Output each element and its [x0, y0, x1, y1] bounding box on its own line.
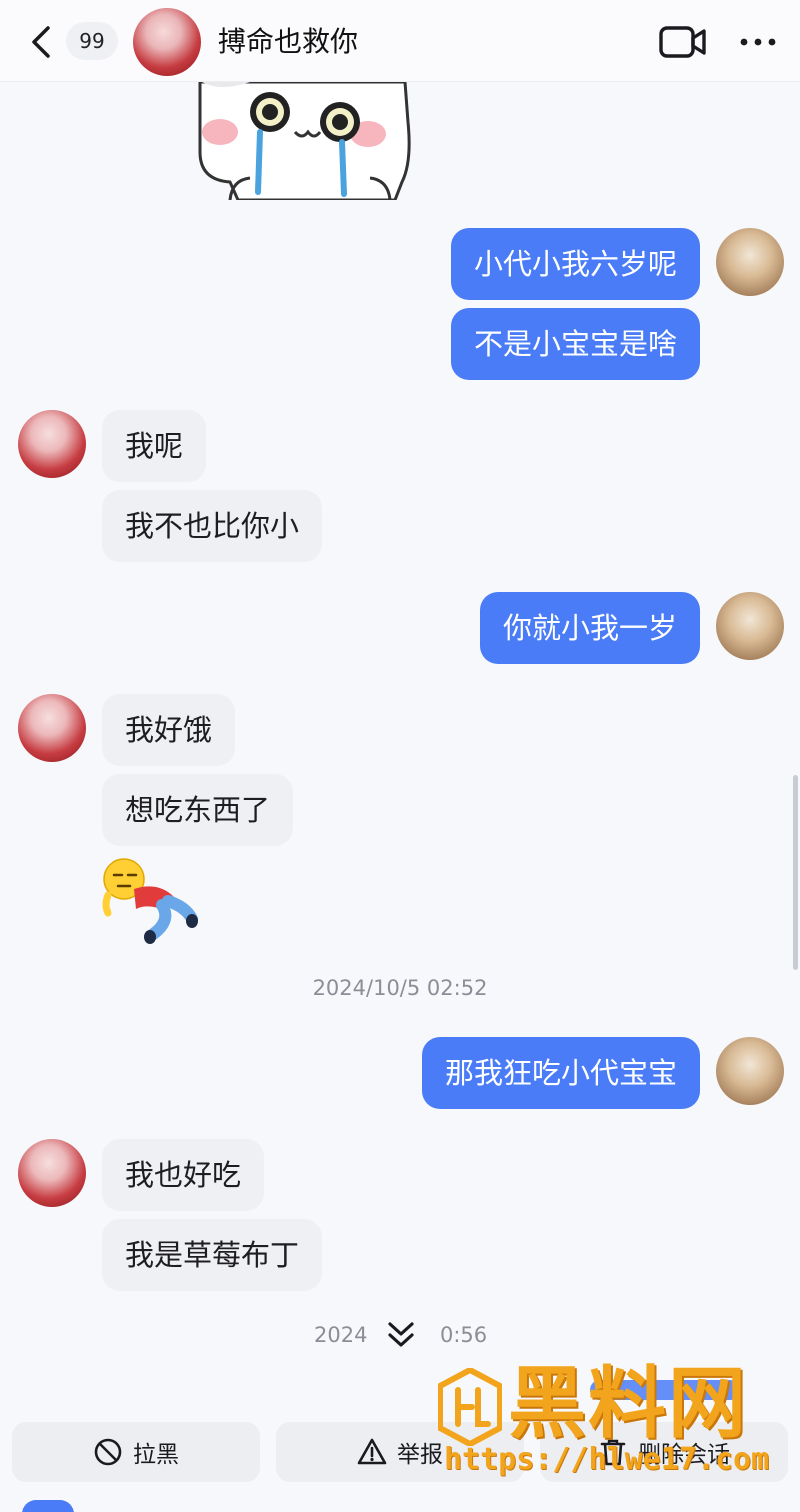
- scrollbar[interactable]: [793, 775, 798, 970]
- back-icon[interactable]: [22, 20, 62, 64]
- my-avatar[interactable]: [716, 1037, 784, 1105]
- more-icon[interactable]: [736, 28, 780, 56]
- message-bubble-outgoing[interactable]: 小代小我六岁呢: [450, 228, 700, 300]
- message-timestamp: 2024/10/5 02:52: [312, 976, 488, 1000]
- message-bubble-outgoing[interactable]: 你就小我一岁: [479, 592, 700, 664]
- contact-message-avatar[interactable]: [18, 410, 86, 478]
- message-bubble-outgoing[interactable]: 那我狂吃小代宝宝: [421, 1037, 700, 1109]
- message-bubble-incoming[interactable]: 我是草莓布丁: [102, 1219, 323, 1291]
- input-bar-partial: [22, 1500, 74, 1512]
- message-bubble-incoming[interactable]: 想吃东西了: [102, 774, 294, 846]
- contact-avatar[interactable]: [133, 8, 201, 76]
- watermark-url: https://hlwe17.com: [444, 1442, 770, 1477]
- message-bubble-incoming[interactable]: 我不也比你小: [102, 490, 323, 562]
- watermark-title: 黑料网: [508, 1359, 749, 1449]
- contact-message-avatar[interactable]: [18, 694, 86, 762]
- contact-name[interactable]: 搏命也救你: [218, 22, 358, 62]
- message-bubble-incoming[interactable]: 我也好吃: [102, 1139, 265, 1211]
- message-timestamp-partial: 0:56: [440, 1323, 488, 1347]
- scroll-down-icon[interactable]: [383, 1318, 419, 1354]
- block-button[interactable]: 拉黑: [12, 1422, 260, 1482]
- block-icon: [94, 1438, 122, 1466]
- chat-header: 99 搏命也救你: [0, 0, 800, 82]
- video-call-icon[interactable]: [658, 24, 708, 60]
- message-timestamp-partial: 2024: [314, 1323, 368, 1347]
- watermark-logo-icon: [438, 1368, 502, 1446]
- message-bubble-incoming[interactable]: 我呢: [102, 410, 207, 482]
- block-label: 拉黑: [133, 1442, 179, 1468]
- contact-message-avatar[interactable]: [18, 1139, 86, 1207]
- report-label: 举报: [397, 1442, 443, 1468]
- message-bubble-outgoing[interactable]: 不是小宝宝是啥: [450, 308, 700, 380]
- my-avatar[interactable]: [716, 592, 784, 660]
- report-icon: [357, 1438, 387, 1465]
- my-avatar[interactable]: [716, 228, 784, 296]
- lying-down-emoji-sticker[interactable]: [100, 855, 200, 945]
- message-bubble-incoming[interactable]: 我好饿: [102, 694, 236, 766]
- unread-count-badge[interactable]: 99: [66, 22, 118, 60]
- crying-cat-sticker[interactable]: [190, 82, 415, 200]
